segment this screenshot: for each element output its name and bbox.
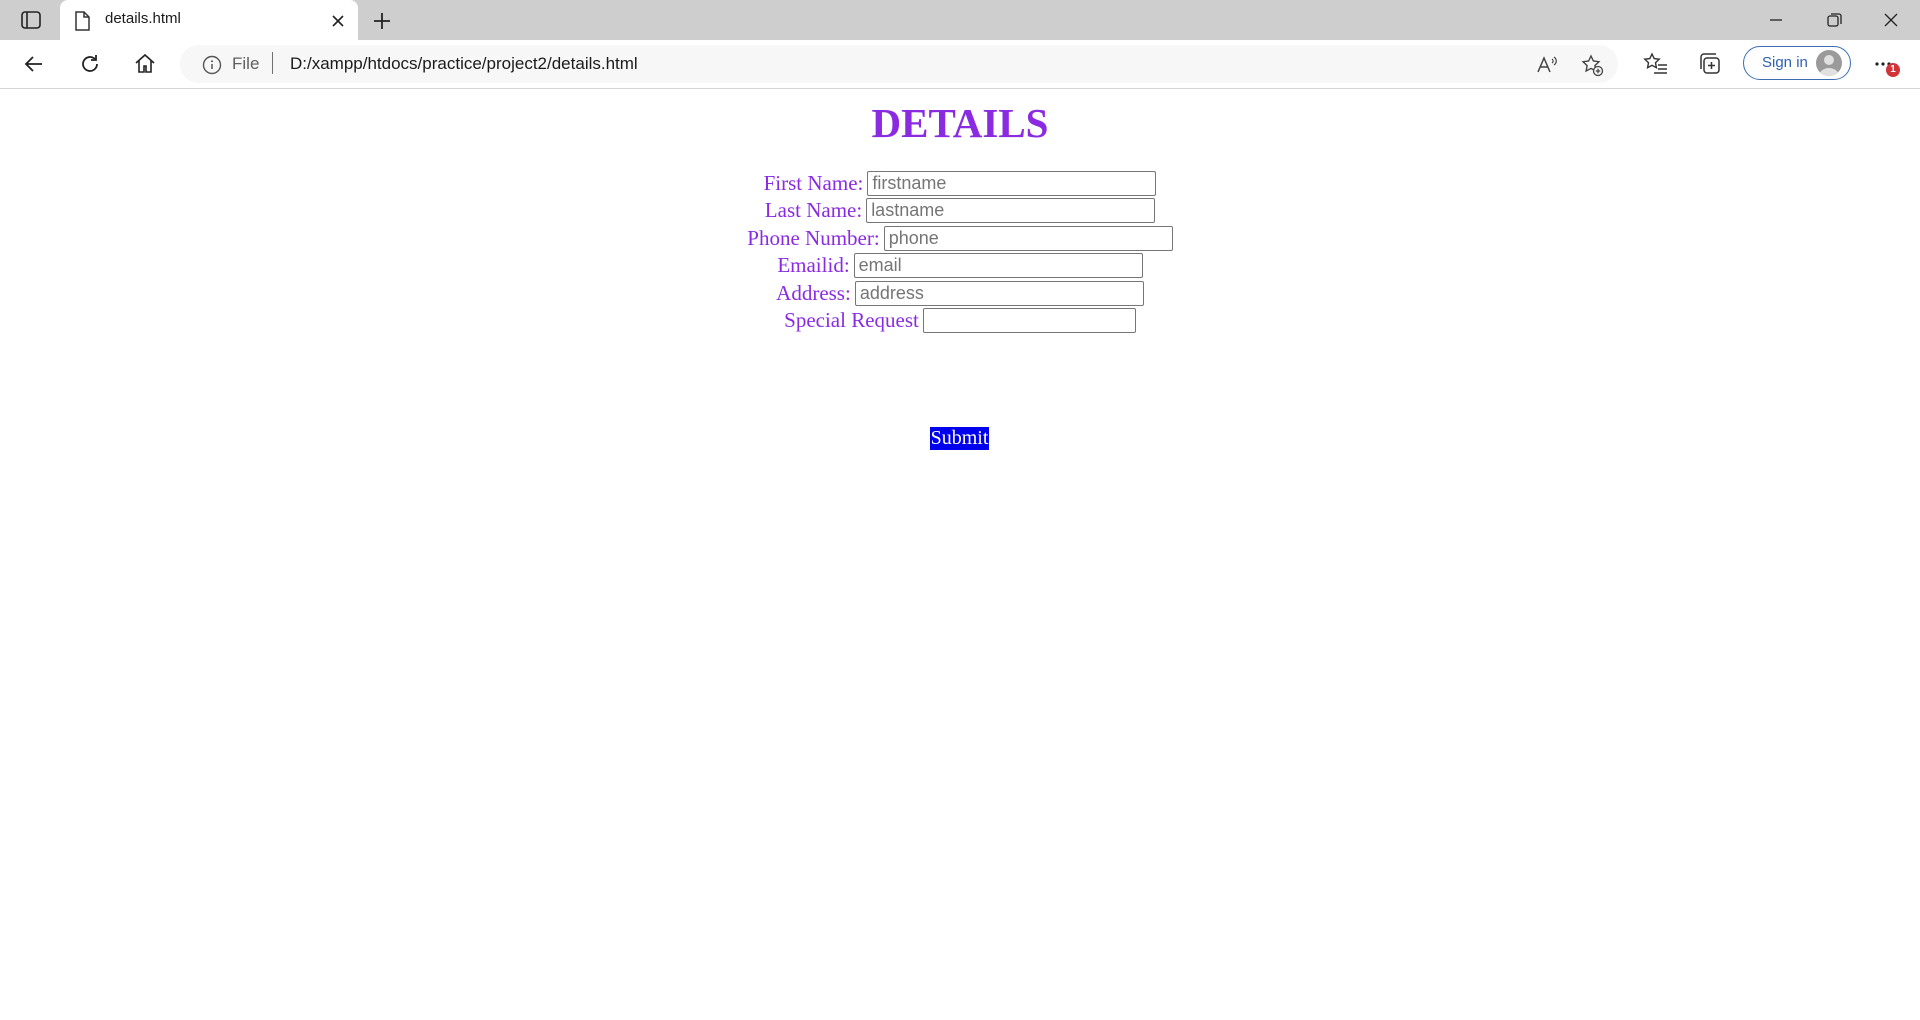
phone-row: Phone Number: [0, 226, 1920, 254]
add-favorite-icon[interactable] [1580, 53, 1604, 77]
url-text[interactable]: D:/xampp/htdocs/practice/project2/detail… [290, 54, 638, 74]
last-name-input[interactable] [866, 198, 1156, 223]
address-separator [272, 52, 273, 74]
page-content: DETAILS First Name: Last Name: Phone Num… [0, 89, 1920, 1020]
address-row: Address: [0, 281, 1920, 309]
refresh-icon[interactable] [77, 51, 103, 77]
address-input[interactable] [854, 281, 1144, 306]
phone-label: Phone Number: [747, 226, 880, 250]
new-tab-icon[interactable] [370, 9, 394, 33]
notification-badge: 1 [1886, 63, 1900, 77]
tab-actions-icon[interactable] [18, 8, 44, 32]
tab-title: details.html [105, 10, 181, 27]
favorites-icon[interactable] [1643, 51, 1669, 77]
sign-in-button[interactable]: Sign in [1743, 46, 1851, 80]
active-tab[interactable]: details.html [60, 0, 358, 40]
special-request-label: Special Request [784, 308, 919, 332]
email-input[interactable] [853, 253, 1143, 278]
home-icon[interactable] [132, 51, 158, 77]
special-request-row: Special Request [0, 308, 1920, 336]
browser-toolbar: File D:/xampp/htdocs/practice/project2/d… [0, 40, 1920, 89]
minimize-icon[interactable] [1763, 7, 1789, 33]
special-request-input[interactable] [922, 308, 1136, 333]
document-icon [74, 11, 92, 31]
restore-icon[interactable] [1821, 7, 1847, 33]
first-name-label: First Name: [763, 171, 864, 195]
address-bar[interactable]: File D:/xampp/htdocs/practice/project2/d… [180, 45, 1618, 83]
email-label: Emailid: [777, 253, 850, 277]
first-name-input[interactable] [867, 171, 1157, 196]
tab-strip: details.html [0, 0, 1920, 40]
last-name-row: Last Name: [0, 198, 1920, 226]
email-row: Emailid: [0, 253, 1920, 281]
address-label: Address: [776, 281, 851, 305]
first-name-row: First Name: [0, 171, 1920, 199]
read-aloud-icon[interactable] [1535, 53, 1559, 77]
page-title: DETAILS [871, 100, 1049, 146]
close-window-icon[interactable] [1878, 7, 1904, 33]
sign-in-label: Sign in [1762, 54, 1808, 71]
submit-button[interactable]: Submit [930, 427, 989, 450]
phone-input[interactable] [883, 226, 1173, 251]
avatar [1816, 50, 1842, 76]
last-name-label: Last Name: [764, 198, 863, 222]
back-icon[interactable] [21, 51, 47, 77]
scheme-label: File [232, 54, 260, 73]
collections-icon[interactable] [1698, 51, 1724, 77]
close-tab-icon[interactable] [328, 11, 348, 31]
info-icon[interactable] [202, 55, 222, 75]
